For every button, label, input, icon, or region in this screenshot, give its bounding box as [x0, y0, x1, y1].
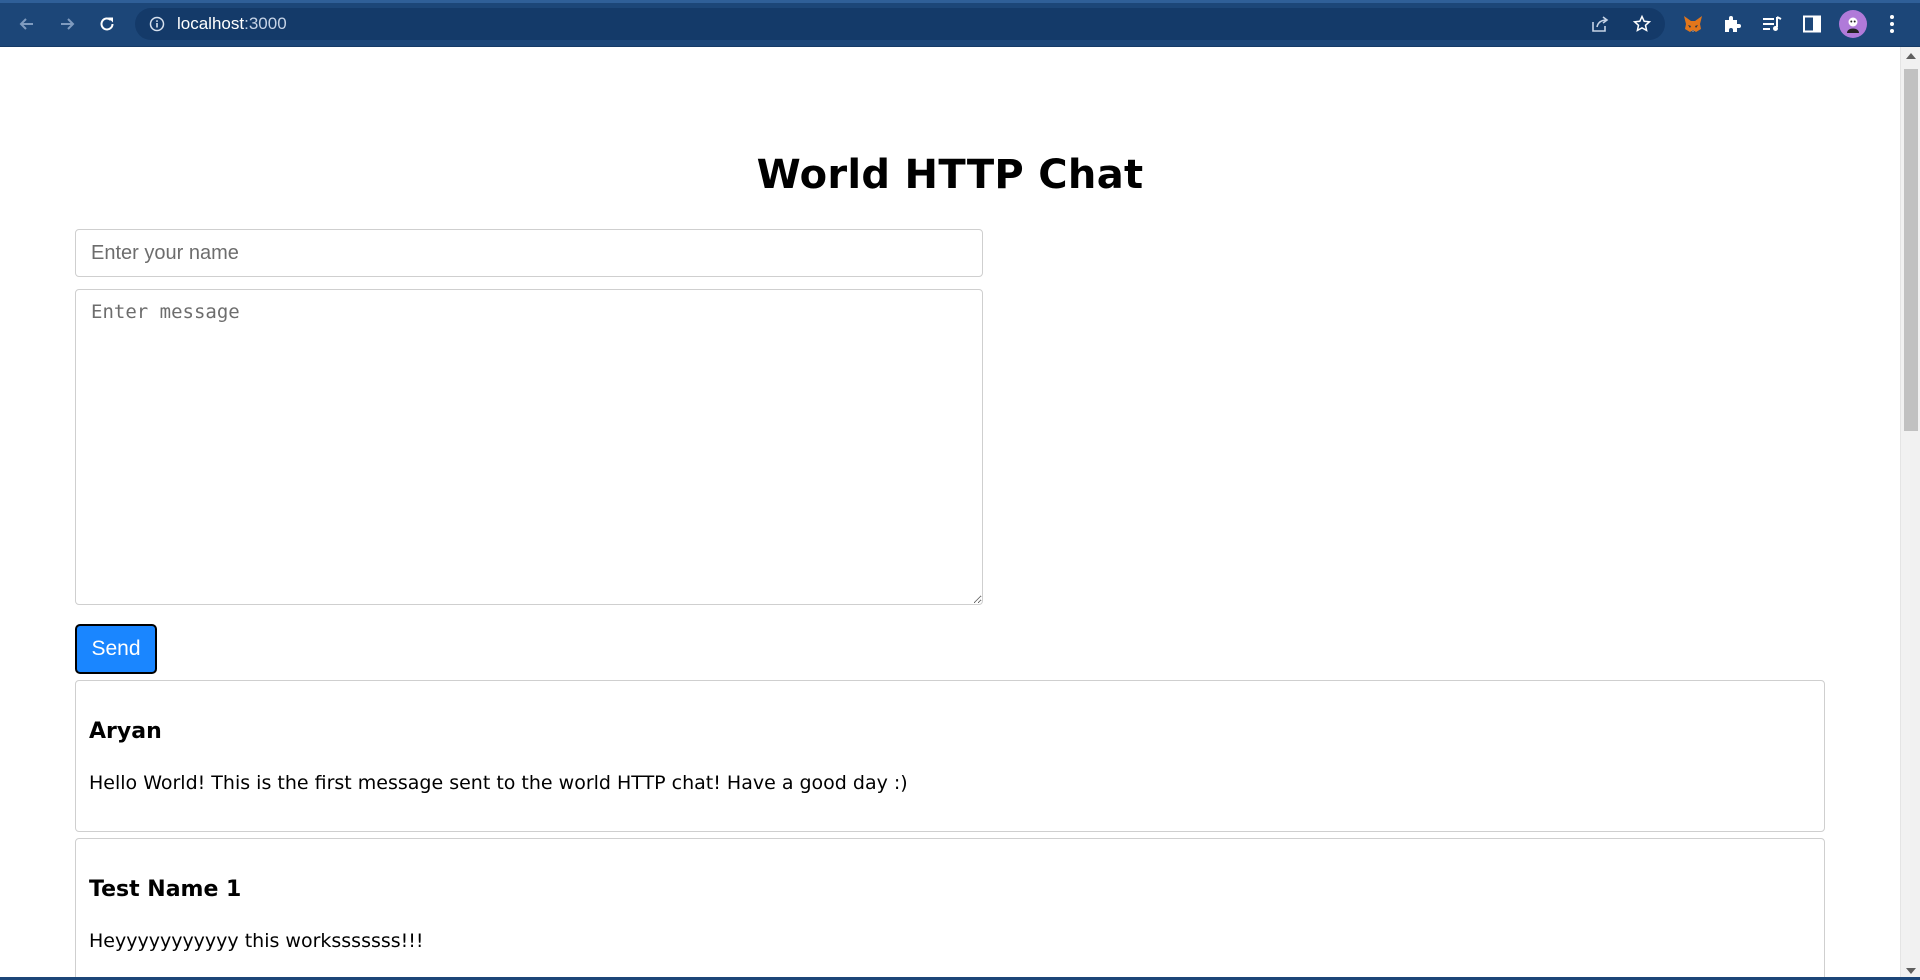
name-input[interactable]: [75, 229, 983, 277]
reload-button[interactable]: [92, 9, 122, 39]
browser-toolbar: localhost:3000: [0, 0, 1920, 47]
window-top-edge: [0, 0, 1920, 3]
message-card: Aryan Hello World! This is the first mes…: [75, 680, 1825, 832]
page-viewport: World HTTP Chat Send Aryan Hello World! …: [0, 47, 1900, 980]
message-author: Test Name 1: [89, 877, 242, 902]
avatar-icon: [1847, 17, 1859, 33]
side-panel-icon: [1803, 15, 1821, 33]
browser-menu-button[interactable]: [1880, 12, 1904, 36]
reading-list-button[interactable]: [1760, 12, 1784, 36]
star-icon[interactable]: [1632, 14, 1652, 34]
send-button[interactable]: Send: [75, 624, 157, 674]
side-panel-button[interactable]: [1800, 12, 1824, 36]
page-scrollbar[interactable]: [1900, 47, 1920, 980]
reload-icon: [100, 17, 114, 31]
back-button[interactable]: [12, 9, 42, 39]
fox-extension-icon: [1684, 16, 1702, 32]
puzzle-icon: [1725, 16, 1741, 32]
arrow-right-icon: [61, 18, 75, 30]
arrow-left-icon: [19, 18, 33, 30]
url-text[interactable]: localhost:3000: [177, 14, 287, 34]
profile-avatar-button[interactable]: [1839, 10, 1867, 38]
address-bar[interactable]: localhost:3000: [135, 8, 1665, 40]
scrollbar-thumb[interactable]: [1904, 69, 1918, 431]
kebab-menu-icon: [1890, 15, 1894, 33]
info-icon[interactable]: [149, 16, 165, 32]
page-title: World HTTP Chat: [756, 152, 1144, 198]
url-port: :3000: [244, 14, 287, 33]
message-author: Aryan: [89, 719, 162, 744]
message-text: Heyyyyyyyyyyy this worksssssss!!!: [89, 930, 424, 952]
forward-button[interactable]: [52, 9, 82, 39]
share-icon[interactable]: [1590, 14, 1610, 34]
scroll-down-arrow-icon[interactable]: [1906, 968, 1916, 974]
scroll-up-arrow-icon[interactable]: [1906, 53, 1916, 59]
queue-music-icon: [1763, 16, 1782, 31]
message-text: Hello World! This is the first message s…: [89, 772, 908, 794]
metamask-extension-button[interactable]: [1681, 12, 1705, 36]
url-host: localhost: [177, 14, 245, 33]
message-card: Test Name 1 Heyyyyyyyyyyy this worksssss…: [75, 838, 1825, 980]
message-textarea[interactable]: [75, 289, 983, 605]
extensions-button[interactable]: [1720, 12, 1744, 36]
